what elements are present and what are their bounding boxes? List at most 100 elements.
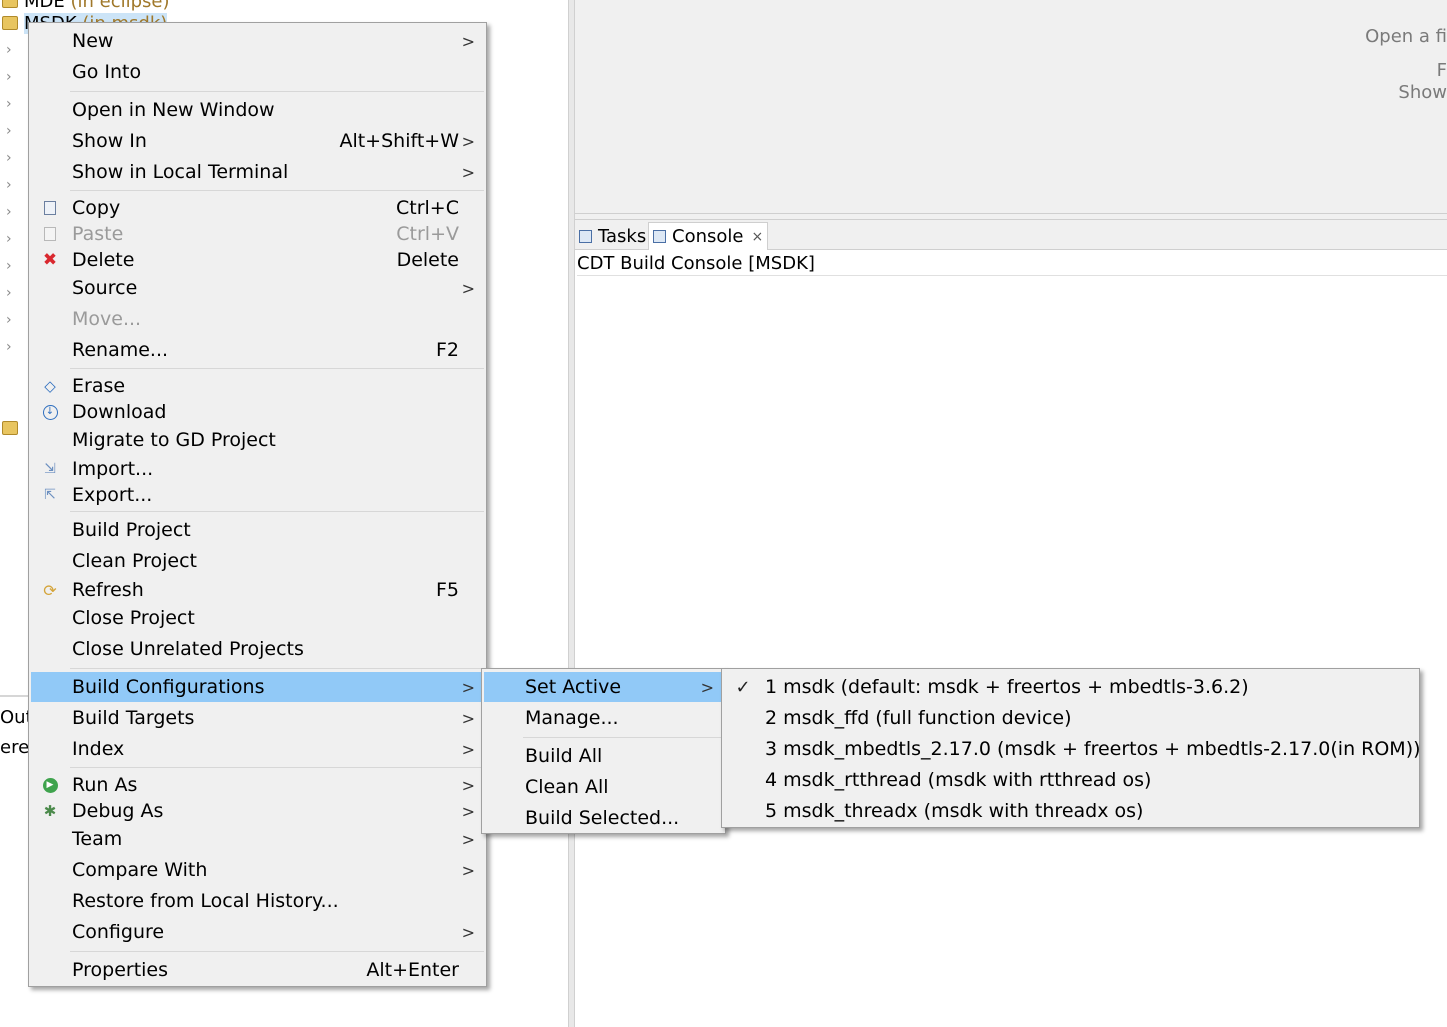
submenu-item-build-selected[interactable]: Build Selected... xyxy=(484,803,723,833)
menu-separator xyxy=(70,368,484,369)
project-suffix: (in eclipse) xyxy=(64,0,170,12)
menu-item-label: 5 msdk_threadx (msdk with threadx os) xyxy=(765,800,1144,822)
chevron-right-icon: > xyxy=(461,801,475,821)
chevron-right-icon: > xyxy=(461,708,475,728)
editor-hint: F xyxy=(1436,60,1447,81)
shortcut-label: Ctrl+C xyxy=(396,197,459,219)
chevron-right-icon[interactable]: › xyxy=(6,178,16,192)
chevron-right-icon[interactable]: › xyxy=(6,205,16,219)
menu-separator xyxy=(70,767,484,768)
menu-item-export[interactable]: ⇱ Export... xyxy=(31,480,484,510)
chevron-right-icon[interactable]: › xyxy=(6,259,16,273)
tab-tasks[interactable]: Tasks xyxy=(575,222,650,250)
erase-icon: ◇ xyxy=(44,377,56,395)
menu-item-clean-project[interactable]: Clean Project xyxy=(31,546,484,576)
editor-hint: Show xyxy=(1398,82,1447,103)
menu-item-open-in-new-window[interactable]: Open in New Window xyxy=(31,95,484,125)
menu-item-label: Build Project xyxy=(72,519,191,541)
config-item-5-msdk-threadx-msdk-with-threadx-os[interactable]: 5 msdk_threadx (msdk with threadx os) xyxy=(724,796,1417,826)
menu-item-move[interactable]: Move... xyxy=(31,304,484,334)
menu-item-label: Open in New Window xyxy=(72,99,275,121)
menu-item-new[interactable]: New > xyxy=(31,26,484,56)
shortcut-label: Alt+Enter xyxy=(366,959,459,981)
outline-text: ere xyxy=(0,737,30,758)
chevron-right-icon: > xyxy=(461,131,475,151)
menu-item-build-targets[interactable]: Build Targets > xyxy=(31,703,484,733)
menu-item-label: Configure xyxy=(72,921,165,943)
import-icon: ⇲ xyxy=(44,461,56,477)
menu-item-label: Set Active xyxy=(525,676,622,698)
menu-item-label: Team xyxy=(72,828,123,850)
menu-item-delete[interactable]: ✖ Delete Delete xyxy=(31,245,484,275)
chevron-right-icon[interactable]: › xyxy=(6,70,16,84)
console-icon xyxy=(653,230,666,243)
export-icon: ⇱ xyxy=(44,487,56,503)
menu-item-label: Build Configurations xyxy=(72,676,265,698)
menu-item-label: Copy xyxy=(72,197,121,219)
chevron-right-icon: > xyxy=(700,677,714,697)
menu-item-debug-as[interactable]: ✱ Debug As > xyxy=(31,796,484,826)
tab-console[interactable]: Console × xyxy=(648,222,769,250)
menu-item-show-in[interactable]: Show In Alt+Shift+W > xyxy=(31,126,484,156)
chevron-right-icon[interactable]: › xyxy=(6,124,16,138)
chevron-right-icon[interactable]: › xyxy=(6,232,16,246)
menu-item-label: Build Targets xyxy=(72,707,195,729)
refresh-icon: ⟳ xyxy=(43,580,57,600)
menu-item-download[interactable]: ↓ Download xyxy=(31,397,484,427)
submenu-item-set-active[interactable]: Set Active > xyxy=(484,672,723,702)
menu-item-build-configurations[interactable]: Build Configurations > xyxy=(31,672,484,702)
chevron-right-icon: > xyxy=(461,739,475,759)
menu-item-show-in-local-terminal[interactable]: Show in Local Terminal > xyxy=(31,157,484,187)
chevron-right-icon: > xyxy=(461,31,475,51)
menu-item-refresh[interactable]: ⟳ Refresh F5 xyxy=(31,575,484,605)
submenu-item-manage[interactable]: Manage... xyxy=(484,703,723,733)
menu-item-source[interactable]: Source > xyxy=(31,273,484,303)
shortcut-label: Alt+Shift+W xyxy=(339,130,459,152)
chevron-right-icon[interactable]: › xyxy=(6,43,16,57)
folder-icon xyxy=(2,421,18,435)
menu-separator xyxy=(70,668,484,669)
menu-item-label: Close Unrelated Projects xyxy=(72,638,304,660)
submenu-item-build-all[interactable]: Build All xyxy=(484,741,723,771)
project-mde[interactable]: MDE (in eclipse) xyxy=(2,0,170,12)
chevron-right-icon: > xyxy=(461,860,475,880)
menu-item-compare-with[interactable]: Compare With > xyxy=(31,855,484,885)
menu-separator xyxy=(523,737,723,738)
menu-item-go-into[interactable]: Go Into xyxy=(31,57,484,87)
chevron-right-icon: > xyxy=(461,162,475,182)
chevron-right-icon[interactable]: › xyxy=(6,286,16,300)
menu-item-label: Close Project xyxy=(72,607,195,629)
config-item-4-msdk-rtthread-msdk-with-rtthread-os[interactable]: 4 msdk_rtthread (msdk with rtthread os) xyxy=(724,765,1417,795)
config-item-2-msdk-ffd-full-function-device[interactable]: 2 msdk_ffd (full function device) xyxy=(724,703,1417,733)
submenu-item-clean-all[interactable]: Clean All xyxy=(484,772,723,802)
chevron-right-icon[interactable]: › xyxy=(6,97,16,111)
copy-icon xyxy=(41,199,59,217)
menu-item-restore-from-local-history[interactable]: Restore from Local History... xyxy=(31,886,484,916)
tab-label: Console xyxy=(672,226,744,247)
run-icon: ▶ xyxy=(41,776,59,794)
menu-item-label: Clean All xyxy=(525,776,609,798)
project-name: MDE xyxy=(24,0,65,12)
console-tab-bar: Tasks Console × xyxy=(575,220,1447,250)
chevron-right-icon[interactable]: › xyxy=(6,151,16,165)
menu-item-close-project[interactable]: Close Project xyxy=(31,603,484,633)
menu-item-team[interactable]: Team > xyxy=(31,824,484,854)
vertical-splitter[interactable] xyxy=(568,0,575,1027)
chevron-right-icon: > xyxy=(461,829,475,849)
config-item-3-msdk-mbedtls-2-17-0-msdk-freertos-mbedtls-2-17-0-in-rom[interactable]: 3 msdk_mbedtls_2.17.0 (msdk + freertos +… xyxy=(724,734,1421,764)
close-icon[interactable]: × xyxy=(751,229,763,245)
tasks-icon xyxy=(579,229,592,243)
menu-item-index[interactable]: Index > xyxy=(31,734,484,764)
menu-item-configure[interactable]: Configure > xyxy=(31,917,484,947)
menu-item-rename[interactable]: Rename... F2 xyxy=(31,335,484,365)
project-folder[interactable] xyxy=(2,417,24,439)
chevron-right-icon[interactable]: › xyxy=(6,313,16,327)
menu-item-close-unrelated-projects[interactable]: Close Unrelated Projects xyxy=(31,634,484,664)
menu-item-properties[interactable]: Properties Alt+Enter xyxy=(31,955,484,985)
menu-item-label: Restore from Local History... xyxy=(72,890,339,912)
menu-item-build-project[interactable]: Build Project xyxy=(31,515,484,545)
menu-item-migrate-to-gd-project[interactable]: Migrate to GD Project xyxy=(31,425,484,455)
config-item-1-msdk-default-msdk-freertos-mbedtls-3-6-2[interactable]: ✓ 1 msdk (default: msdk + freertos + mbed… xyxy=(724,672,1417,702)
menu-item-label: Move... xyxy=(72,308,142,330)
chevron-right-icon[interactable]: › xyxy=(6,340,16,354)
